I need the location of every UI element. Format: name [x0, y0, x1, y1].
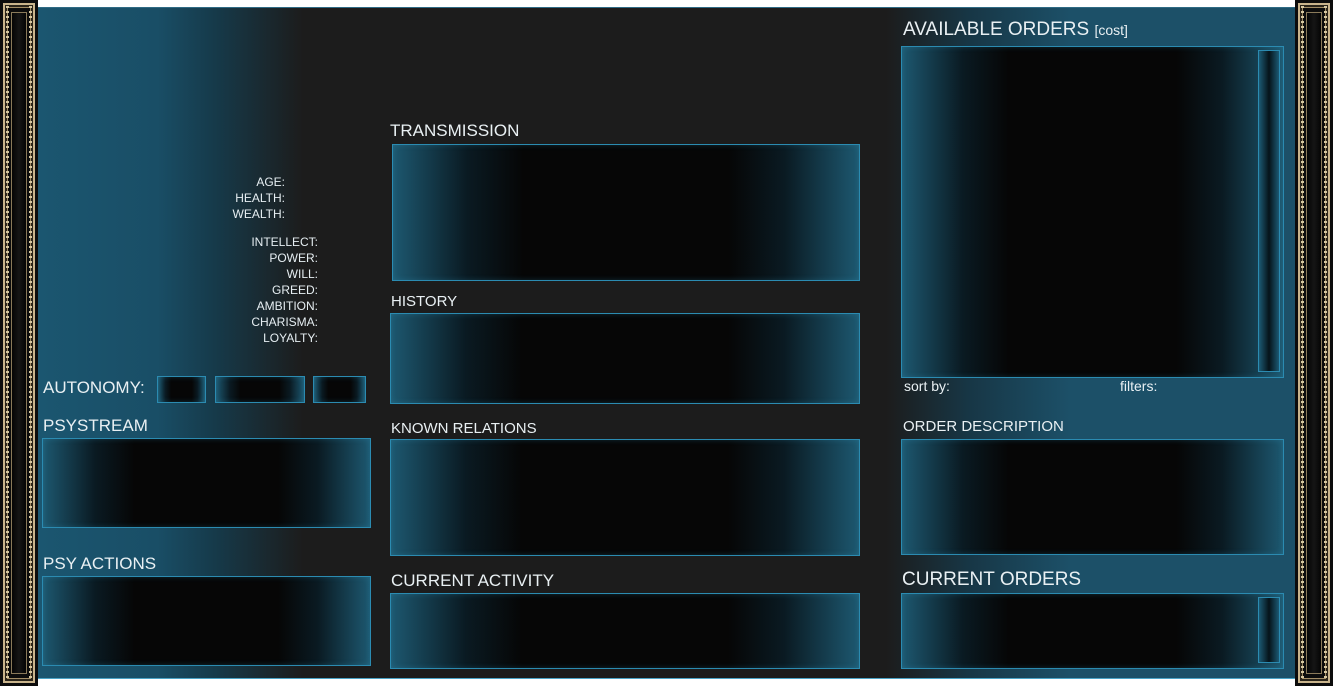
- filters-label: filters:: [1120, 378, 1158, 394]
- stat-charisma-label: CHARISMA:: [251, 315, 318, 329]
- autonomy-slot-1[interactable]: [157, 376, 206, 403]
- current-activity-panel[interactable]: [390, 593, 860, 669]
- history-panel[interactable]: [390, 313, 860, 404]
- order-description-title: ORDER DESCRIPTION: [903, 418, 1064, 435]
- pillar-beading: [1324, 6, 1327, 680]
- available-orders-scrollbar[interactable]: [1258, 50, 1280, 372]
- stat-power-label: POWER:: [269, 251, 318, 265]
- available-orders-title: AVAILABLE ORDERS [cost]: [903, 19, 1128, 41]
- current-orders-title: CURRENT ORDERS: [902, 569, 1082, 590]
- pillar-beading: [1301, 6, 1304, 680]
- psystream-panel[interactable]: [42, 438, 371, 528]
- history-title: HISTORY: [391, 293, 458, 310]
- known-relations-title: KNOWN RELATIONS: [391, 420, 537, 437]
- stat-intellect-label: INTELLECT:: [251, 235, 318, 249]
- psy-actions-panel[interactable]: [42, 576, 371, 666]
- cost-hint: [cost]: [1094, 22, 1128, 38]
- psy-actions-title: PSY ACTIONS: [43, 554, 157, 573]
- transmission-title: TRANSMISSION: [390, 121, 520, 140]
- stat-will-label: WILL:: [286, 267, 318, 281]
- current-orders-scrollbar[interactable]: [1258, 597, 1280, 663]
- left-ornate-pillar: [0, 0, 38, 686]
- stat-ambition-label: AMBITION:: [256, 299, 318, 313]
- autonomy-slot-3[interactable]: [313, 376, 366, 403]
- available-orders-title-text: AVAILABLE ORDERS: [903, 19, 1090, 40]
- autonomy-slot-2[interactable]: [215, 376, 305, 403]
- autonomy-label: AUTONOMY:: [43, 378, 145, 397]
- stat-health-label: HEALTH:: [235, 191, 285, 205]
- stat-wealth-label: WEALTH:: [232, 207, 285, 221]
- character-screen: AGE: HEALTH: WEALTH: INTELLECT: POWER: W…: [38, 7, 1295, 679]
- sort-by-label: sort by:: [904, 378, 950, 394]
- pillar-beading: [29, 6, 32, 680]
- right-ornate-pillar: [1295, 0, 1333, 686]
- psystream-title: PSYSTREAM: [43, 416, 148, 435]
- current-orders-list[interactable]: [901, 593, 1284, 669]
- transmission-panel[interactable]: [392, 144, 860, 281]
- order-description-panel: [901, 439, 1284, 555]
- stat-age-label: AGE:: [256, 175, 285, 189]
- pillar-inner-panel: [11, 12, 27, 674]
- current-activity-title: CURRENT ACTIVITY: [391, 571, 555, 590]
- stat-loyalty-label: LOYALTY:: [263, 331, 318, 345]
- available-orders-list[interactable]: [901, 46, 1284, 378]
- pillar-beading: [6, 6, 9, 680]
- stat-greed-label: GREED:: [271, 283, 318, 297]
- pillar-inner-panel: [1306, 12, 1322, 674]
- known-relations-panel[interactable]: [390, 439, 860, 556]
